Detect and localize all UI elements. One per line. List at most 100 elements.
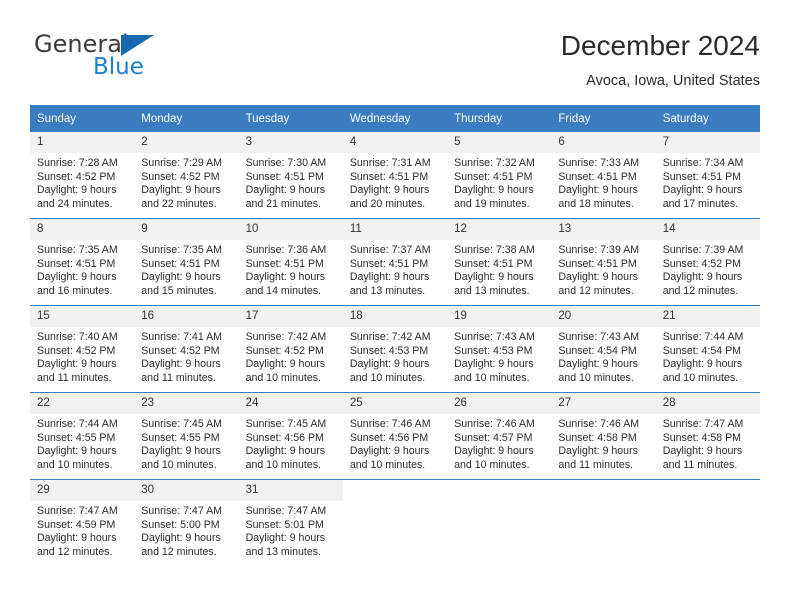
day-info: Sunrise: 7:44 AM Sunset: 4:55 PM Dayligh… [30, 414, 134, 472]
sunrise-text: Sunrise: 7:34 AM [662, 157, 744, 169]
day-cell[interactable]: 1 Sunrise: 7:28 AM Sunset: 4:52 PM Dayli… [30, 132, 135, 219]
logo-triangle-icon [121, 35, 154, 56]
day-number: 31 [238, 480, 343, 501]
sunrise-text: Sunrise: 7:46 AM [454, 418, 535, 430]
daylight-text-line2: and 11 minutes. [141, 371, 216, 384]
sunrise-text: Sunrise: 7:36 AM [245, 244, 327, 256]
day-number: 17 [238, 306, 343, 327]
day-cell-empty [447, 479, 552, 566]
day-info: Sunrise: 7:35 AM Sunset: 4:51 PM Dayligh… [30, 240, 134, 298]
daylight-text-line2: and 10 minutes. [141, 458, 217, 471]
day-cell[interactable]: 26 Sunrise: 7:46 AM Sunset: 4:57 PM Dayl… [447, 392, 552, 480]
day-info: Sunrise: 7:42 AM Sunset: 4:53 PM Dayligh… [343, 327, 447, 385]
day-cell[interactable]: 10 Sunrise: 7:36 AM Sunset: 4:51 PM Dayl… [238, 218, 343, 306]
day-number: 9 [134, 219, 239, 240]
logo-text-blue: Blue [93, 54, 144, 80]
day-info: Sunrise: 7:42 AM Sunset: 4:52 PM Dayligh… [239, 327, 343, 385]
daylight-text-line2: and 16 minutes. [37, 284, 113, 297]
daylight-text-line2: and 10 minutes. [558, 371, 634, 384]
day-cell[interactable]: 29 Sunrise: 7:47 AM Sunset: 4:59 PM Dayl… [30, 479, 135, 566]
daylight-text-line2: and 10 minutes. [349, 371, 426, 384]
column-header-sunday: Sunday [30, 105, 135, 132]
day-number: 7 [655, 132, 760, 153]
daylight-text-line1: Daylight: 9 hours [245, 271, 326, 284]
column-header-friday: Friday [551, 105, 656, 132]
day-cell[interactable]: 14 Sunrise: 7:39 AM Sunset: 4:52 PM Dayl… [655, 218, 760, 306]
sunset-text: Sunset: 4:54 PM [662, 344, 742, 357]
daylight-text-line1: Daylight: 9 hours [558, 358, 638, 371]
day-cell-empty [655, 479, 760, 566]
day-cell[interactable]: 2 Sunrise: 7:29 AM Sunset: 4:52 PM Dayli… [134, 132, 239, 219]
day-cell[interactable]: 12 Sunrise: 7:38 AM Sunset: 4:51 PM Dayl… [447, 218, 552, 306]
daylight-text-line2: and 12 minutes. [141, 545, 217, 558]
day-cell[interactable]: 7 Sunrise: 7:34 AM Sunset: 4:51 PM Dayli… [655, 132, 760, 219]
day-cell[interactable]: 9 Sunrise: 7:35 AM Sunset: 4:51 PM Dayli… [134, 218, 239, 306]
sunrise-text: Sunrise: 7:39 AM [662, 244, 744, 256]
daylight-text-line1: Daylight: 9 hours [558, 184, 638, 197]
day-cell-empty [551, 479, 656, 566]
day-cell[interactable]: 25 Sunrise: 7:46 AM Sunset: 4:56 PM Dayl… [342, 392, 448, 480]
sunrise-text: Sunrise: 7:35 AM [141, 244, 222, 256]
day-cell[interactable]: 4 Sunrise: 7:31 AM Sunset: 4:51 PM Dayli… [342, 132, 448, 219]
sunset-text: Sunset: 4:51 PM [454, 170, 533, 183]
sunset-text: Sunset: 4:51 PM [37, 257, 116, 270]
sunset-text: Sunset: 4:52 PM [662, 257, 742, 270]
daylight-text-line1: Daylight: 9 hours [662, 358, 743, 371]
daylight-text-line2: and 11 minutes. [662, 458, 738, 471]
day-info: Sunrise: 7:35 AM Sunset: 4:51 PM Dayligh… [134, 240, 238, 298]
day-info: Sunrise: 7:33 AM Sunset: 4:51 PM Dayligh… [551, 153, 655, 211]
sunrise-text: Sunrise: 7:43 AM [558, 331, 640, 343]
day-cell[interactable]: 23 Sunrise: 7:45 AM Sunset: 4:55 PM Dayl… [134, 392, 239, 480]
title-block: December 2024 Avoca, Iowa, United States [561, 28, 760, 92]
day-info: Sunrise: 7:39 AM Sunset: 4:51 PM Dayligh… [551, 240, 655, 298]
sunset-text: Sunset: 4:52 PM [141, 170, 220, 183]
sunset-text: Sunset: 4:51 PM [141, 257, 220, 270]
day-cell[interactable]: 28 Sunrise: 7:47 AM Sunset: 4:58 PM Dayl… [655, 392, 760, 480]
day-cell[interactable]: 19 Sunrise: 7:43 AM Sunset: 4:53 PM Dayl… [447, 305, 552, 393]
day-number: 14 [655, 219, 760, 240]
day-number: 29 [30, 480, 135, 501]
day-number: 21 [655, 306, 760, 327]
day-info: Sunrise: 7:44 AM Sunset: 4:54 PM Dayligh… [656, 327, 760, 385]
daylight-text-line2: and 20 minutes. [349, 197, 426, 210]
sunset-text: Sunset: 5:01 PM [245, 518, 324, 531]
daylight-text-line1: Daylight: 9 hours [454, 445, 534, 458]
daylight-text-line2: and 13 minutes. [245, 545, 321, 558]
general-blue-logo[interactable]: General Blue [34, 30, 214, 86]
day-cell[interactable]: 31 Sunrise: 7:47 AM Sunset: 5:01 PM Dayl… [238, 479, 343, 566]
day-cell[interactable]: 30 Sunrise: 7:47 AM Sunset: 5:00 PM Dayl… [134, 479, 239, 566]
day-cell[interactable]: 11 Sunrise: 7:37 AM Sunset: 4:51 PM Dayl… [342, 218, 448, 306]
day-cell[interactable]: 24 Sunrise: 7:45 AM Sunset: 4:56 PM Dayl… [238, 392, 343, 480]
day-cell[interactable]: 21 Sunrise: 7:44 AM Sunset: 4:54 PM Dayl… [655, 305, 760, 393]
daylight-text-line1: Daylight: 9 hours [454, 358, 534, 371]
sunrise-text: Sunrise: 7:32 AM [454, 157, 535, 169]
daylight-text-line1: Daylight: 9 hours [37, 358, 117, 371]
sunset-text: Sunset: 4:52 PM [141, 344, 220, 357]
day-cell[interactable]: 6 Sunrise: 7:33 AM Sunset: 4:51 PM Dayli… [551, 132, 656, 219]
day-cell[interactable]: 20 Sunrise: 7:43 AM Sunset: 4:54 PM Dayl… [551, 305, 656, 393]
daylight-text-line2: and 11 minutes. [558, 458, 634, 471]
day-cell[interactable]: 17 Sunrise: 7:42 AM Sunset: 4:52 PM Dayl… [238, 305, 343, 393]
sunrise-text: Sunrise: 7:40 AM [37, 331, 118, 343]
day-cell[interactable]: 13 Sunrise: 7:39 AM Sunset: 4:51 PM Dayl… [551, 218, 656, 306]
sunrise-text: Sunrise: 7:37 AM [349, 244, 431, 256]
day-number: 1 [30, 132, 135, 153]
day-info: Sunrise: 7:31 AM Sunset: 4:51 PM Dayligh… [343, 153, 447, 211]
day-cell[interactable]: 5 Sunrise: 7:32 AM Sunset: 4:51 PM Dayli… [447, 132, 552, 219]
day-info: Sunrise: 7:30 AM Sunset: 4:51 PM Dayligh… [239, 153, 343, 211]
daylight-text-line2: and 12 minutes. [558, 284, 634, 297]
daylight-text-line2: and 19 minutes. [454, 197, 530, 210]
day-cell[interactable]: 27 Sunrise: 7:46 AM Sunset: 4:58 PM Dayl… [551, 392, 656, 480]
day-cell[interactable]: 8 Sunrise: 7:35 AM Sunset: 4:51 PM Dayli… [30, 218, 135, 306]
sunset-text: Sunset: 4:51 PM [349, 170, 429, 183]
day-info: Sunrise: 7:32 AM Sunset: 4:51 PM Dayligh… [447, 153, 551, 211]
day-cell[interactable]: 22 Sunrise: 7:44 AM Sunset: 4:55 PM Dayl… [30, 392, 135, 480]
day-cell[interactable]: 16 Sunrise: 7:41 AM Sunset: 4:52 PM Dayl… [134, 305, 239, 393]
day-number: 12 [447, 219, 552, 240]
day-cell[interactable]: 18 Sunrise: 7:42 AM Sunset: 4:53 PM Dayl… [342, 305, 448, 393]
day-info: Sunrise: 7:40 AM Sunset: 4:52 PM Dayligh… [30, 327, 134, 385]
day-cell[interactable]: 15 Sunrise: 7:40 AM Sunset: 4:52 PM Dayl… [30, 305, 135, 393]
daylight-text-line2: and 12 minutes. [662, 284, 739, 297]
day-cell[interactable]: 3 Sunrise: 7:30 AM Sunset: 4:51 PM Dayli… [238, 132, 343, 219]
daylight-text-line1: Daylight: 9 hours [662, 184, 743, 197]
